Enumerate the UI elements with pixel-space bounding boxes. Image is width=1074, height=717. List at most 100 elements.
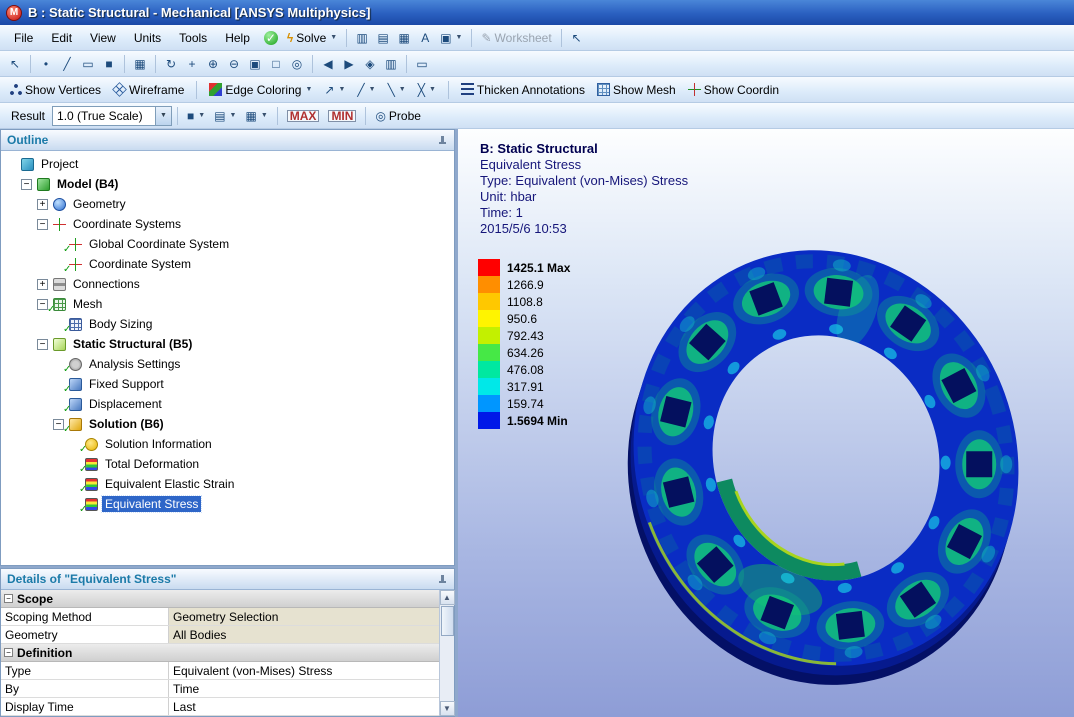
detail-value-display-time[interactable]: Last	[169, 698, 439, 715]
scroll-down-icon[interactable]: ▼	[439, 701, 455, 716]
dropdown-arrow-icon[interactable]: ▼	[399, 86, 406, 93]
new-table-icon[interactable]: ▤	[373, 28, 393, 48]
zoom-out-icon[interactable]: ⊖	[224, 54, 244, 74]
dropdown-arrow-icon[interactable]: ▼	[338, 86, 345, 93]
contour-display-dropdown[interactable]: ▤ ▼	[210, 106, 240, 126]
details-category-definition[interactable]: − Definition	[1, 644, 439, 662]
dropdown-arrow-icon[interactable]: ▼	[330, 34, 337, 41]
expand-expander[interactable]: +	[37, 278, 48, 290]
tree-item-fixed-support[interactable]: ✓ Fixed Support	[1, 374, 454, 395]
pin-icon[interactable]	[437, 135, 448, 146]
tree-item-coordinate-systems[interactable]: − Coordinate Systems	[1, 214, 454, 234]
tree-item-model-b4[interactable]: − Model (B4)	[1, 174, 454, 194]
tree-item-displacement[interactable]: ✓ Displacement	[1, 394, 454, 415]
dropdown-arrow-icon[interactable]: ▼	[230, 112, 237, 119]
tree-item-total-deformation[interactable]: ✓ Total Deformation	[1, 454, 454, 475]
menu-view[interactable]: View	[81, 29, 125, 47]
min-annotation-toggle[interactable]: MIN	[324, 106, 360, 126]
show-coordinate-systems-toggle[interactable]: Show Coordin	[684, 80, 783, 100]
collapse-expander[interactable]: −	[4, 594, 13, 603]
iso-view-icon[interactable]: ◈	[360, 54, 380, 74]
vertex-filter-icon[interactable]: •	[36, 54, 56, 74]
rotate-view-icon[interactable]: ↻	[161, 54, 181, 74]
menu-tools[interactable]: Tools	[170, 29, 216, 47]
edge-connection-dropdown[interactable]: ╱ ▼	[353, 80, 379, 100]
show-mesh-toggle[interactable]: Show Mesh	[593, 80, 680, 100]
solve-status-icon[interactable]: ✓	[260, 28, 282, 48]
tree-item-equivalent-stress[interactable]: ✓ Equivalent Stress	[1, 494, 454, 515]
menu-help[interactable]: Help	[216, 29, 259, 47]
box-zoom-icon[interactable]: ▣	[245, 54, 265, 74]
scrollbar-thumb[interactable]	[440, 606, 454, 636]
edge-direction-dropdown[interactable]: ↗ ▼	[320, 80, 349, 100]
detail-value-scoping-method[interactable]: Geometry Selection	[169, 608, 439, 625]
probe-button[interactable]: ◎ Probe	[371, 106, 425, 126]
dropdown-arrow-icon[interactable]: ▼	[261, 112, 268, 119]
thicken-annotations-toggle[interactable]: Thicken Annotations	[457, 80, 589, 100]
wireframe-toggle[interactable]: Wireframe	[109, 80, 188, 100]
edge-constraint-dropdown[interactable]: ╳ ▼	[414, 80, 440, 100]
display-style-dropdown[interactable]: ■ ▼	[183, 106, 209, 126]
previous-view-icon[interactable]: ◀	[318, 54, 338, 74]
collapse-expander[interactable]: −	[37, 218, 48, 230]
title-bar[interactable]: M B : Static Structural - Mechanical [AN…	[0, 0, 1074, 25]
details-scrollbar[interactable]: ▲ ▼	[439, 590, 455, 716]
graphics-viewport[interactable]: B: Static Structural Equivalent Stress T…	[458, 129, 1074, 717]
tree-item-global-coordinate-system[interactable]: ✓ Global Coordinate System	[1, 234, 454, 255]
selection-info-cursor-icon[interactable]: ↖	[567, 28, 587, 48]
solve-button[interactable]: ϟ Solve ▼	[283, 28, 341, 48]
expand-expander[interactable]: +	[37, 198, 48, 210]
detail-value-geometry[interactable]: All Bodies	[169, 626, 439, 643]
face-filter-icon[interactable]: ▭	[78, 54, 98, 74]
menu-edit[interactable]: Edit	[42, 29, 81, 47]
scroll-up-icon[interactable]: ▲	[439, 590, 455, 605]
tree-item-connections[interactable]: + Connections	[1, 274, 454, 294]
menu-units[interactable]: Units	[125, 29, 170, 47]
dropdown-arrow-icon[interactable]: ▼	[456, 34, 463, 41]
details-category-scope[interactable]: − Scope	[1, 590, 439, 608]
detail-value-type[interactable]: Equivalent (von-Mises) Stress	[169, 662, 439, 679]
zoom-in-icon[interactable]: ⊕	[203, 54, 223, 74]
viewports-icon[interactable]: ▥	[381, 54, 401, 74]
pin-icon[interactable]	[437, 574, 448, 585]
tree-item-solution-information[interactable]: ✓ Solution Information	[1, 434, 454, 455]
collapse-expander[interactable]: −	[21, 178, 32, 190]
dropdown-arrow-icon[interactable]: ▼	[369, 86, 376, 93]
detail-value-by[interactable]: Time	[169, 680, 439, 697]
annotation-label-icon[interactable]: A	[415, 28, 435, 48]
image-export-dropdown[interactable]: ▣ ▼	[436, 28, 466, 48]
combo-dropdown-icon[interactable]: ▼	[155, 106, 172, 125]
show-vertices-toggle[interactable]: Show Vertices	[5, 80, 105, 100]
ruler-icon[interactable]: ▭	[412, 54, 432, 74]
dropdown-arrow-icon[interactable]: ▼	[429, 86, 436, 93]
tree-item-geometry[interactable]: + Geometry	[1, 194, 454, 214]
tree-item-solution-b6[interactable]: − ✓ Solution (B6)	[1, 414, 454, 435]
edge-thickness-dropdown[interactable]: ╲ ▼	[384, 80, 410, 100]
tree-item-equivalent-elastic-strain[interactable]: ✓ Equivalent Elastic Strain	[1, 474, 454, 495]
menu-file[interactable]: File	[5, 29, 42, 47]
collapse-expander[interactable]: −	[4, 648, 13, 657]
dropdown-arrow-icon[interactable]: ▼	[198, 112, 205, 119]
next-view-icon[interactable]: ▶	[339, 54, 359, 74]
body-filter-icon[interactable]: ■	[99, 54, 119, 74]
tree-item-mesh[interactable]: − ✓ Mesh	[1, 294, 454, 315]
edge-display-dropdown[interactable]: ▦ ▼	[241, 106, 271, 126]
dropdown-arrow-icon[interactable]: ▼	[305, 86, 312, 93]
tree-item-static-structural-b5[interactable]: − Static Structural (B5)	[1, 334, 454, 354]
magnifier-icon[interactable]: ◎	[287, 54, 307, 74]
collapse-expander[interactable]: −	[37, 338, 48, 350]
tree-item-project[interactable]: Project	[1, 154, 454, 174]
max-annotation-toggle[interactable]: MAX	[283, 106, 324, 126]
new-chart-icon[interactable]: ▥	[352, 28, 372, 48]
extend-selection-icon[interactable]: ▦	[130, 54, 150, 74]
edge-filter-icon[interactable]: ╱	[57, 54, 77, 74]
image-capture-icon[interactable]: ▦	[394, 28, 414, 48]
pan-icon[interactable]: +	[182, 54, 202, 74]
select-mode-icon[interactable]: ↖	[5, 54, 25, 74]
tree-item-body-sizing[interactable]: ✓ Body Sizing	[1, 314, 454, 335]
tree-item-analysis-settings[interactable]: ✓ Analysis Settings	[1, 354, 454, 375]
result-scale-combo[interactable]: 1.0 (True Scale) ▼	[52, 105, 173, 126]
fit-view-icon[interactable]: □	[266, 54, 286, 74]
tree-item-coordinate-system[interactable]: ✓ Coordinate System	[1, 254, 454, 275]
edge-coloring-dropdown[interactable]: Edge Coloring ▼	[205, 80, 316, 100]
